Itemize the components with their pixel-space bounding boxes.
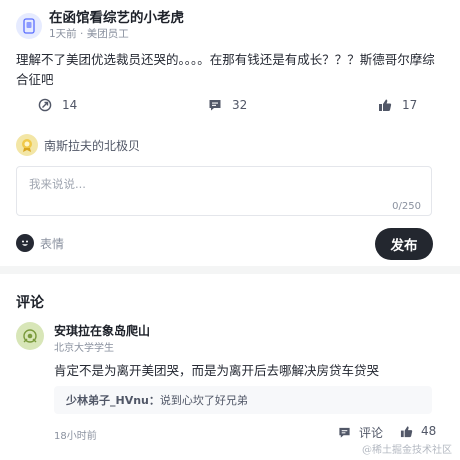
watermark: @稀土掘金技术社区	[362, 445, 452, 456]
commenter-title: 北京大学学生	[54, 343, 114, 354]
post-actions: 14 32 17	[0, 98, 460, 118]
emoji-button[interactable]: 表情	[16, 234, 64, 252]
comment-like-count: 48	[421, 424, 437, 438]
comments-title: 评论	[16, 295, 44, 311]
sub-reply-name[interactable]: 少林弟子_HVnu：	[66, 392, 160, 408]
author-name[interactable]: 在函馆看综艺的小老虎	[49, 10, 184, 26]
robot-avatar-icon	[23, 17, 35, 34]
thumbs-up-icon	[379, 99, 392, 111]
thumbs-up-icon	[400, 425, 413, 437]
sub-reply-text: 说到心坎了好兄弟	[159, 394, 248, 407]
commenter-avatar[interactable]	[16, 322, 44, 350]
comments-section: 评论 安琪拉在象岛爬山 北京大学学生 肯定不是为离开美团哭，而是为离开后去哪解决…	[0, 274, 460, 460]
publish-button[interactable]: 发布	[375, 228, 433, 260]
section-divider	[0, 266, 460, 274]
sub-reply[interactable]: 少林弟子_HVnu： 说到心坎了好兄弟	[54, 386, 432, 414]
share-icon	[38, 98, 52, 112]
emoji-icon	[16, 234, 34, 252]
post-content: 理解不了美团优选裁员还哭的。。。。在那有钱还是有成长？？？斯德哥尔摩综合征吧	[16, 52, 435, 87]
comment-like-button[interactable]: 48	[400, 424, 436, 438]
share-button[interactable]: 14	[38, 98, 77, 112]
emoji-label: 表情	[40, 236, 65, 251]
comment-box[interactable]: 0/250	[16, 166, 432, 216]
user-name: 南斯拉夫的北极贝	[44, 138, 141, 153]
author-meta: 1天前 · 美团员工	[49, 28, 129, 40]
user-avatar[interactable]	[16, 134, 38, 156]
like-count: 17	[402, 98, 418, 112]
char-counter: 0/250	[392, 201, 421, 212]
comment-reply-button[interactable]: 评论	[338, 424, 383, 441]
current-user: 南斯拉夫的北极贝	[16, 134, 140, 156]
commenter-name[interactable]: 安琪拉在象岛爬山	[54, 322, 150, 339]
like-button[interactable]: 17	[378, 98, 417, 112]
author-avatar[interactable]	[16, 12, 42, 39]
share-count: 14	[62, 98, 78, 112]
comment-time: 18小时前	[54, 431, 97, 442]
post-author[interactable]: 在函馆看综艺的小老虎 1天前 · 美团员工	[16, 10, 184, 41]
comment-reply-label: 评论	[359, 426, 384, 440]
comment-button[interactable]: 32	[208, 98, 247, 112]
badge-avatar-icon	[22, 139, 32, 152]
comment-icon	[339, 427, 350, 438]
comment-text: 肯定不是为离开美团哭，而是为离开后去哪解决房贷车贷哭	[54, 363, 380, 378]
comment-count: 32	[232, 98, 248, 112]
eye-avatar-icon	[23, 329, 37, 343]
comment-icon	[209, 100, 221, 111]
post-card: 在函馆看综艺的小老虎 1天前 · 美团员工 理解不了美团优选裁员还哭的。。。。在…	[0, 0, 460, 266]
comment-input[interactable]	[29, 177, 409, 191]
